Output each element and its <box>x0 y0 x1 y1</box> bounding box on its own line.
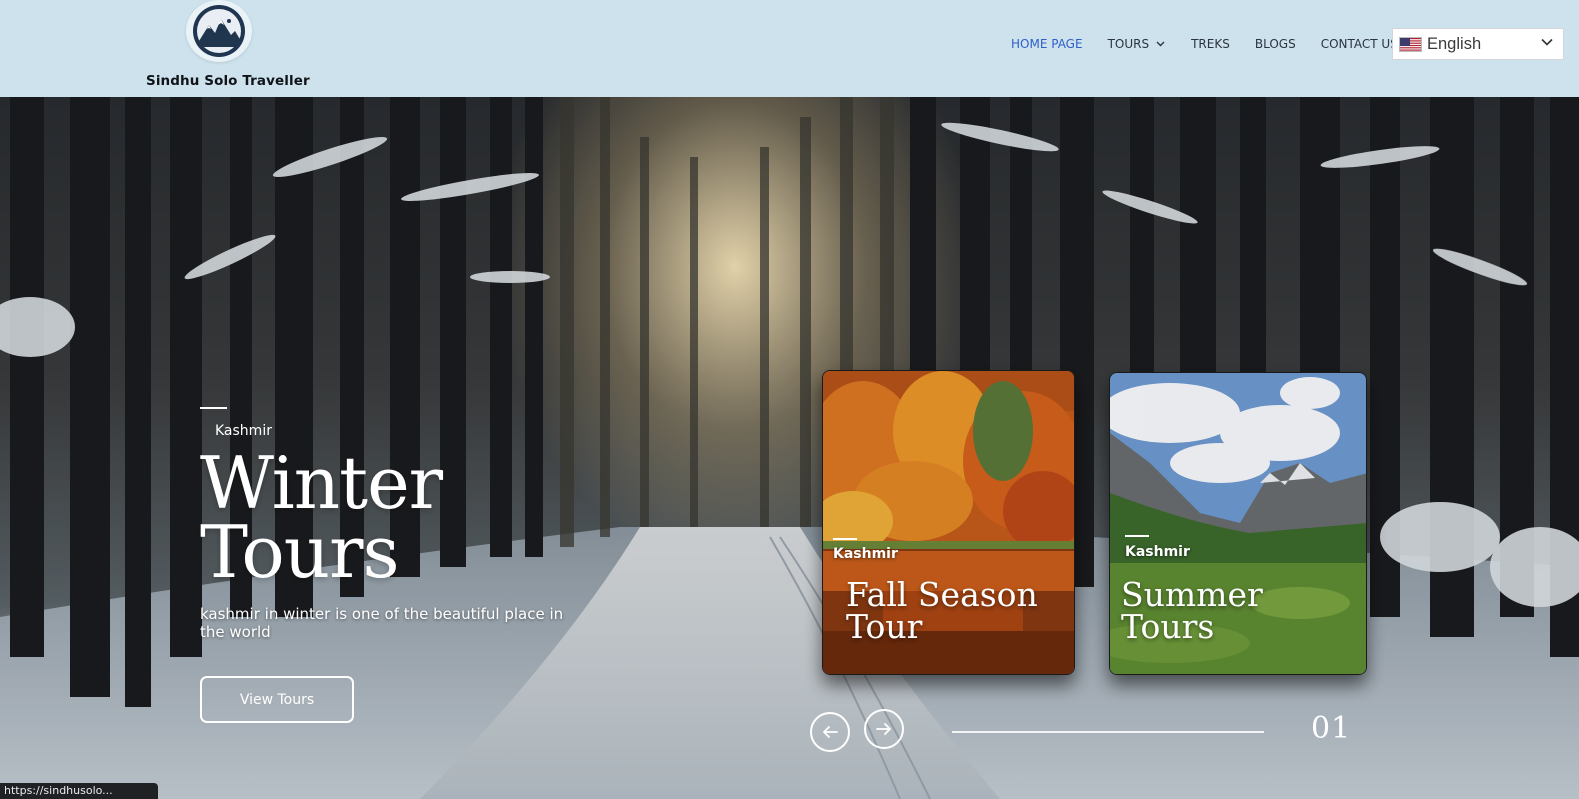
nav-tours-label: TOURS <box>1107 37 1150 51</box>
card-eyebrow: Kashmir <box>1125 544 1190 560</box>
status-bar-url: https://sindhusolo... <box>0 783 158 799</box>
site-logo[interactable] <box>186 0 252 62</box>
arrow-left-icon <box>823 726 838 738</box>
brand-name[interactable]: Sindhu Solo Traveller <box>146 73 310 89</box>
nav-blogs[interactable]: BLOGS <box>1255 37 1296 51</box>
hero-title-line1: Winter <box>200 441 443 525</box>
arrow-right-icon <box>876 723 891 735</box>
nav-tours[interactable]: TOURS <box>1108 37 1166 51</box>
hero-slider: Kashmir Winter Tours kashmir in winter i… <box>0 97 1579 799</box>
hero-content: Kashmir Winter Tours kashmir in winter i… <box>200 407 620 641</box>
slider-next-button[interactable] <box>864 709 904 749</box>
language-label: English <box>1427 34 1482 53</box>
slide-card-summer[interactable]: Kashmir Summer Tours <box>1109 372 1367 675</box>
hero-eyebrow: Kashmir <box>215 423 272 439</box>
hero-title: Winter Tours <box>200 441 620 594</box>
slide-number: 01 <box>1311 711 1352 746</box>
card-title-line2: Tours <box>1121 607 1215 646</box>
site-header: Sindhu Solo Traveller HOME PAGE TOURS TR… <box>0 0 1579 97</box>
language-select[interactable]: English <box>1392 28 1564 60</box>
main-nav: HOME PAGE TOURS TREKS BLOGS CONTACT US <box>1011 37 1398 51</box>
card-accent-line <box>833 538 857 540</box>
slide-card-fall[interactable]: Kashmir Fall Season Tour <box>822 370 1075 675</box>
card-title: Fall Season Tour <box>846 578 1038 646</box>
card-eyebrow: Kashmir <box>833 546 898 562</box>
card-accent-line <box>1125 535 1149 537</box>
slider-progress-bar <box>952 731 1264 733</box>
slider-prev-button[interactable] <box>810 712 850 752</box>
chevron-down-icon <box>1156 41 1165 47</box>
card-title: Summer Tours <box>1121 578 1263 646</box>
view-tours-button[interactable]: View Tours <box>200 676 354 723</box>
nav-home[interactable]: HOME PAGE <box>1011 37 1083 51</box>
us-flag-icon <box>1399 36 1422 52</box>
mountain-logo-icon <box>193 5 245 57</box>
hero-description: kashmir in winter is one of the beautifu… <box>200 605 564 641</box>
card-title-line2: Tour <box>846 607 923 646</box>
nav-contact[interactable]: CONTACT US <box>1321 37 1398 51</box>
nav-treks[interactable]: TREKS <box>1191 37 1230 51</box>
accent-line <box>200 407 227 409</box>
hero-title-line2: Tours <box>200 510 400 594</box>
chevron-down-icon <box>1541 38 1553 46</box>
